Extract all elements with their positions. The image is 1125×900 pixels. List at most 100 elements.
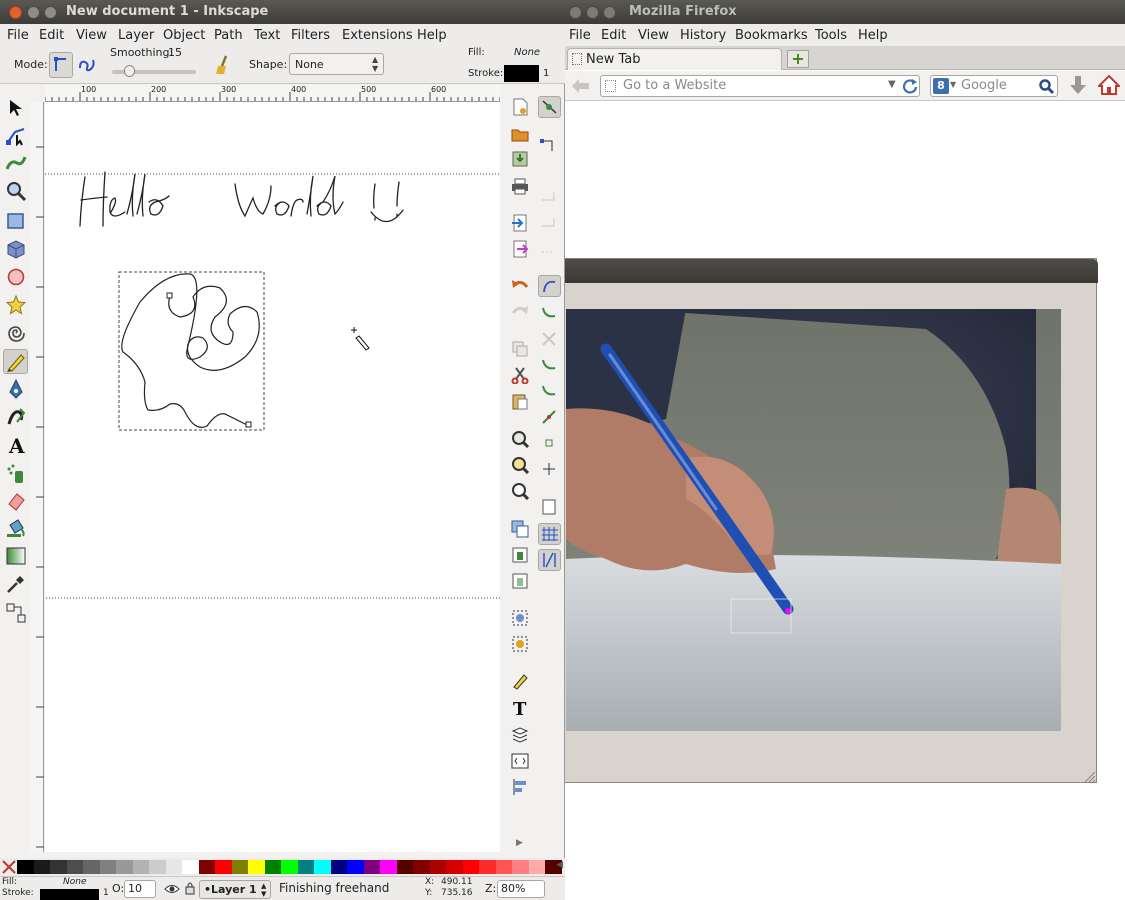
menu-extensions[interactable]: Extensions: [342, 28, 413, 43]
palette-swatch[interactable]: [380, 860, 397, 874]
snap-smooth-icon[interactable]: [540, 382, 558, 400]
snap-rotation-center-icon[interactable]: [540, 460, 558, 478]
spiro-icon[interactable]: [77, 56, 97, 74]
video-window-titlebar[interactable]: [549, 259, 1098, 283]
duplicate-icon[interactable]: [511, 520, 529, 538]
palette-swatch[interactable]: [413, 860, 430, 874]
palette-swatch[interactable]: [281, 860, 298, 874]
menu-file[interactable]: File: [569, 28, 591, 43]
open-icon[interactable]: [511, 125, 529, 143]
palette-swatch[interactable]: [198, 860, 215, 874]
palette-swatch[interactable]: [17, 860, 34, 874]
palette-swatch[interactable]: [314, 860, 331, 874]
align-icon[interactable]: [511, 778, 529, 796]
drawing-canvas[interactable]: [45, 102, 500, 852]
clone-icon[interactable]: [511, 546, 529, 564]
menu-edit[interactable]: Edit: [39, 28, 64, 43]
snap-bbox-corner-icon[interactable]: [540, 216, 558, 234]
palette-swatch[interactable]: [66, 860, 83, 874]
snap-midpoints-icon[interactable]: [540, 408, 558, 426]
palette-swatch[interactable]: [396, 860, 413, 874]
snap-bbox-icon[interactable]: [540, 135, 558, 153]
palette-swatch[interactable]: [33, 860, 50, 874]
no-paint-icon[interactable]: [2, 860, 16, 874]
minimize-icon[interactable]: [27, 6, 40, 19]
mode-regular-button[interactable]: [49, 52, 73, 78]
opacity-spinner[interactable]: 10: [124, 880, 156, 898]
export-icon[interactable]: [511, 240, 529, 258]
group-icon[interactable]: [511, 609, 529, 627]
save-icon[interactable]: [511, 150, 529, 168]
menu-view[interactable]: View: [76, 28, 107, 43]
menu-bookmarks[interactable]: Bookmarks: [735, 28, 808, 43]
print-icon[interactable]: [511, 177, 529, 195]
zoom-drawing-icon[interactable]: [511, 456, 529, 474]
copy-icon[interactable]: [511, 340, 529, 358]
smoothing-slider[interactable]: [112, 65, 196, 77]
layer-select[interactable]: •Layer 1 ▲ ▼: [199, 880, 271, 899]
palette-swatch[interactable]: [446, 860, 463, 874]
menu-layer[interactable]: Layer: [118, 28, 154, 43]
url-bar[interactable]: Go to a Website ▼: [600, 75, 920, 97]
ellipse-tool-icon[interactable]: [6, 267, 26, 287]
menu-edit[interactable]: Edit: [601, 28, 626, 43]
snap-bbox-midpoint-icon[interactable]: [540, 242, 558, 260]
new-tab-button[interactable]: +: [787, 50, 809, 68]
3d-box-tool-icon[interactable]: [5, 238, 27, 260]
palette-swatch[interactable]: [182, 860, 199, 874]
tab-new-tab[interactable]: New Tab: [567, 48, 782, 70]
palette-swatch[interactable]: [231, 860, 248, 874]
pencil-tool-button[interactable]: [3, 349, 28, 374]
palette-scroll-icon[interactable]: ◀: [556, 860, 563, 870]
ruler-vertical[interactable]: [30, 102, 44, 852]
bucket-tool-icon[interactable]: [5, 517, 27, 539]
palette-swatch[interactable]: [363, 860, 380, 874]
menu-tools[interactable]: Tools: [815, 28, 847, 43]
palette-swatch[interactable]: [429, 860, 446, 874]
google-icon[interactable]: 8: [933, 78, 949, 94]
pen-tool-icon[interactable]: [5, 378, 27, 400]
calligraphy-tool-icon[interactable]: [5, 406, 27, 428]
palette-swatch[interactable]: [479, 860, 496, 874]
cut-icon[interactable]: [511, 366, 529, 384]
stroke-swatch[interactable]: [504, 65, 539, 82]
palette-swatch[interactable]: [330, 860, 347, 874]
palette-swatch[interactable]: [297, 860, 314, 874]
chevron-down-icon[interactable]: ▼: [888, 79, 896, 90]
text-font-icon[interactable]: T: [511, 698, 529, 718]
snap-toggle-button[interactable]: [538, 96, 561, 118]
import-icon[interactable]: [511, 214, 529, 232]
zoom-page-icon[interactable]: [511, 482, 529, 500]
connector-tool-icon[interactable]: [5, 602, 27, 624]
palette-swatch[interactable]: [528, 860, 545, 874]
menu-help[interactable]: Help: [858, 28, 888, 43]
home-icon[interactable]: [1098, 74, 1120, 96]
snap-bbox-edge-icon[interactable]: [540, 190, 558, 208]
eye-icon[interactable]: [164, 882, 180, 896]
palette-swatch[interactable]: [165, 860, 182, 874]
eraser-tool-icon[interactable]: [5, 490, 27, 512]
menu-path[interactable]: Path: [214, 28, 243, 43]
palette-swatch[interactable]: [50, 860, 67, 874]
palette-swatch[interactable]: [132, 860, 149, 874]
zoom-tool-icon[interactable]: [5, 180, 27, 202]
undo-icon[interactable]: [511, 277, 529, 295]
menu-history[interactable]: History: [680, 28, 726, 43]
status-stroke-swatch[interactable]: [40, 889, 99, 900]
palette-swatch[interactable]: [83, 860, 100, 874]
ungroup-icon[interactable]: [511, 635, 529, 653]
new-document-icon[interactable]: [511, 98, 529, 116]
zoom-spinner[interactable]: 80%: [497, 880, 545, 898]
snap-centers-icon[interactable]: [540, 434, 558, 452]
palette-swatch[interactable]: [116, 860, 133, 874]
layers-icon[interactable]: [511, 725, 529, 743]
palette-swatch[interactable]: [248, 860, 265, 874]
snap-grid-button[interactable]: [538, 523, 561, 545]
maximize-icon[interactable]: [603, 6, 616, 19]
download-icon[interactable]: [1069, 75, 1087, 97]
minimize-icon[interactable]: [586, 6, 599, 19]
selector-tool-icon[interactable]: [7, 98, 25, 118]
palette-swatch[interactable]: [462, 860, 479, 874]
snap-nodes-button[interactable]: [538, 275, 561, 297]
ruler-horizontal[interactable]: 100 200 300 400 500 600: [45, 85, 500, 102]
